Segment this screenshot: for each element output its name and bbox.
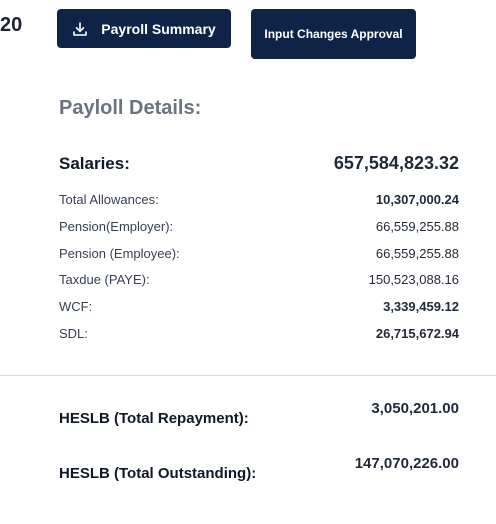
wcf-label: WCF: bbox=[59, 299, 93, 314]
payroll-summary-label: Payroll Summary bbox=[101, 20, 216, 37]
page-number-fragment: 20 bbox=[0, 14, 23, 36]
wcf-row: WCF: 3,339,459.12 bbox=[59, 299, 459, 314]
heslb-outstanding-label: HESLB (Total Outstanding): bbox=[59, 465, 257, 482]
sdl-label: SDL: bbox=[59, 326, 88, 341]
heslb-repayment-label: HESLB (Total Repayment): bbox=[59, 410, 249, 427]
total-allowances-label: Total Allowances: bbox=[59, 192, 159, 207]
sdl-row: SDL: 26,715,672.94 bbox=[59, 326, 459, 341]
heslb-outstanding-value: 147,070,226.00 bbox=[354, 455, 459, 472]
heslb-repayment-value: 3,050,201.00 bbox=[371, 400, 459, 417]
taxdue-paye-value: 150,523,088.16 bbox=[368, 272, 459, 287]
payroll-details-title: Payloll Details: bbox=[59, 97, 202, 119]
input-changes-approval-label: Input Changes Approval bbox=[264, 27, 403, 41]
sdl-value: 26,715,672.94 bbox=[375, 326, 459, 341]
pension-employer-row: Pension(Employer): 66,559,255.88 bbox=[59, 219, 459, 234]
pension-employer-label: Pension(Employer): bbox=[59, 219, 174, 234]
total-allowances-row: Total Allowances: 10,307,000.24 bbox=[59, 192, 459, 207]
salaries-row: Salaries: 657,584,823.32 bbox=[59, 153, 459, 174]
wcf-value: 3,339,459.12 bbox=[383, 299, 459, 314]
payroll-summary-button[interactable]: Payroll Summary bbox=[57, 9, 231, 48]
pension-employee-label: Pension (Employee): bbox=[59, 246, 180, 261]
download-icon bbox=[72, 21, 88, 37]
total-allowances-value: 10,307,000.24 bbox=[375, 192, 459, 207]
taxdue-paye-label: Taxdue (PAYE): bbox=[59, 272, 150, 287]
section-divider bbox=[0, 375, 496, 376]
pension-employee-row: Pension (Employee): 66,559,255.88 bbox=[59, 246, 459, 261]
taxdue-paye-row: Taxdue (PAYE): 150,523,088.16 bbox=[59, 272, 459, 287]
pension-employee-value: 66,559,255.88 bbox=[375, 246, 459, 261]
pension-employer-value: 66,559,255.88 bbox=[375, 219, 459, 234]
salaries-value: 657,584,823.32 bbox=[333, 153, 459, 173]
input-changes-approval-button[interactable]: Input Changes Approval bbox=[251, 9, 416, 59]
salaries-label: Salaries: bbox=[59, 154, 130, 173]
